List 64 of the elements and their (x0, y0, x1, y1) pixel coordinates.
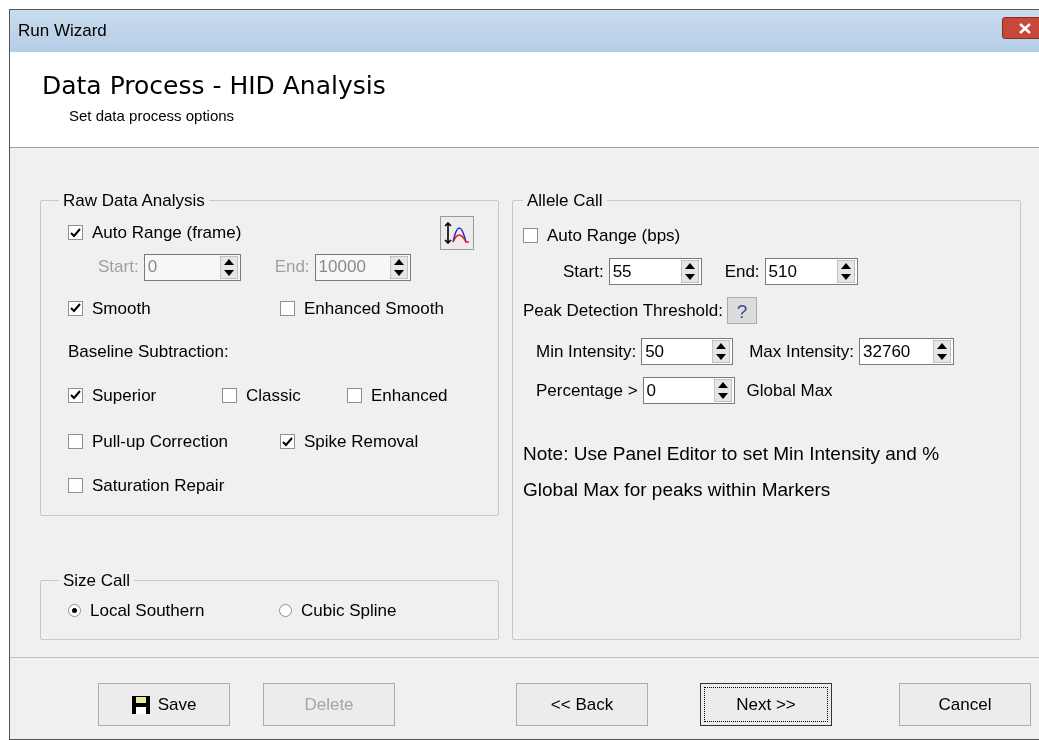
threshold-label: Peak Detection Threshold: (523, 299, 724, 322)
checkbox-square[interactable] (280, 434, 295, 450)
group-title: Size Call (62, 570, 132, 592)
checkbox-square[interactable] (347, 387, 362, 403)
checkbox[interactable]: Enhanced Smooth (280, 295, 444, 321)
checkbox-square[interactable] (68, 300, 83, 316)
close-button[interactable] (1002, 17, 1039, 39)
spin-field[interactable]: 510 (764, 258, 858, 285)
spin-field[interactable]: 55 (608, 258, 702, 285)
field-label: End: (724, 260, 760, 283)
page-subtitle: Set data process options (68, 106, 236, 126)
field-label: Min Intensity: (536, 340, 637, 363)
close-icon (1019, 22, 1031, 34)
checkbox[interactable]: Spike Removal (280, 429, 419, 455)
group-title: Raw Data Analysis (62, 190, 206, 212)
spin-arrows-icon[interactable] (389, 255, 408, 279)
checkbox-square[interactable] (68, 225, 83, 240)
checkbox-square[interactable] (68, 434, 83, 450)
checkbox[interactable]: Superior (68, 382, 222, 408)
field-label: Start: (98, 256, 139, 279)
help-button[interactable]: ? (727, 297, 758, 324)
spin-arrows-icon[interactable] (713, 379, 732, 402)
global-max-label: Global Max (746, 379, 833, 402)
field-label: End: (274, 256, 310, 279)
save-button[interactable]: Save (98, 683, 230, 726)
spin-arrows-icon[interactable] (712, 340, 731, 363)
dialog-button[interactable]: Next >> (700, 683, 832, 726)
checkbox[interactable]: Auto Range (bps) (523, 222, 1002, 248)
spin-arrows-icon[interactable] (836, 260, 855, 283)
checkbox[interactable]: Smooth (68, 295, 280, 321)
page-title: Data Process - HID Analysis (42, 70, 387, 102)
checkbox[interactable]: Auto Range (frame) (68, 219, 242, 246)
peak-scale-icon (444, 221, 470, 244)
checkbox[interactable]: Classic (222, 382, 347, 408)
checkbox-square[interactable] (68, 477, 83, 493)
field-label: Max Intensity: (749, 340, 855, 363)
check-icon (70, 390, 81, 401)
radio-option[interactable]: Local Southern (68, 597, 279, 623)
field-label: Percentage > (536, 379, 638, 402)
checkbox[interactable]: Pull-up Correction (68, 429, 280, 455)
dialog-button[interactable]: << Back (516, 683, 648, 726)
checkbox[interactable]: Enhanced (347, 382, 448, 408)
check-icon (70, 303, 81, 314)
spin-arrows-icon[interactable] (219, 255, 238, 279)
dialog-button[interactable]: Cancel (899, 683, 1031, 726)
group-title: Allele Call (526, 190, 604, 212)
check-icon (282, 436, 293, 447)
checkbox-square[interactable] (222, 387, 237, 403)
checkbox-square[interactable] (68, 387, 83, 403)
check-icon (70, 227, 81, 238)
note-text: Note: Use Panel Editor to set Min Intensity and % Global Max for peaks within Markers (523, 442, 941, 502)
radio-option[interactable]: Cubic Spline (279, 597, 397, 623)
spin-field[interactable]: 32760 (859, 338, 955, 365)
checkbox[interactable]: Saturation Repair (59, 472, 480, 498)
section-label: Baseline Subtraction: (67, 341, 230, 363)
spin-field[interactable]: 50 (641, 338, 734, 365)
spin-field[interactable]: 0 (642, 377, 735, 404)
spin-arrows-icon[interactable] (680, 260, 699, 283)
chart-scale-button[interactable] (440, 215, 474, 250)
window-title: Run Wizard (18, 20, 107, 43)
checkbox-square[interactable] (280, 300, 295, 316)
field-label: Start: (563, 260, 604, 283)
spin-arrows-icon[interactable] (933, 340, 952, 363)
checkbox-square[interactable] (523, 227, 538, 243)
